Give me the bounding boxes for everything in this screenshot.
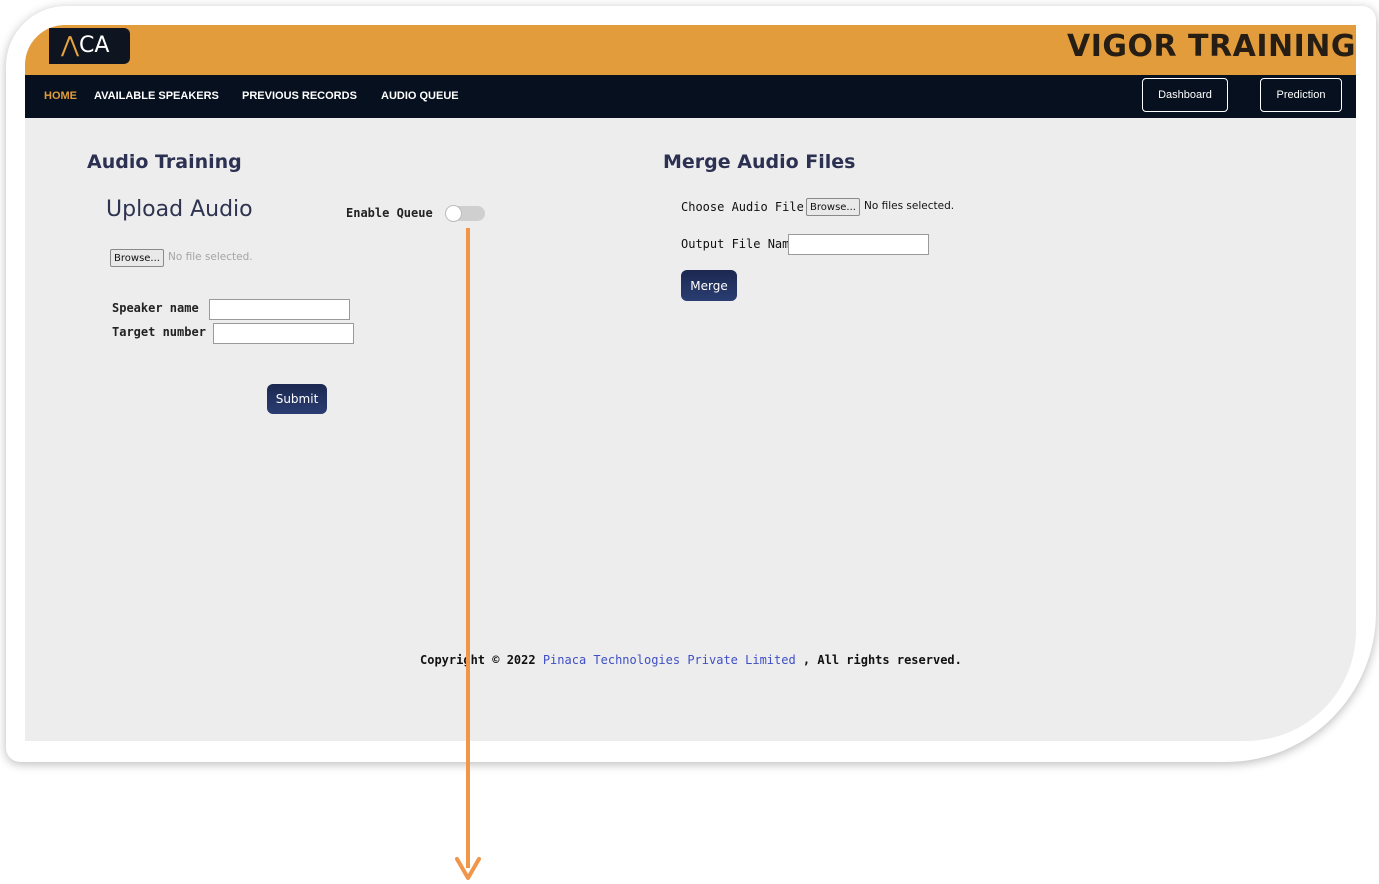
navbar: HOME AVAILABLE SPEAKERS PREVIOUS RECORDS…	[25, 75, 1356, 118]
logo-text: CA	[79, 33, 110, 58]
dashboard-button[interactable]: Dashboard	[1142, 78, 1228, 112]
brand-title: VIGOR TRAINING	[1067, 29, 1356, 64]
speaker-name-input[interactable]	[209, 299, 350, 320]
upload-browse-button[interactable]: Browse...	[110, 249, 164, 267]
browser-frame: ⋀CA VIGOR TRAINING HOME AVAILABLE SPEAKE…	[6, 6, 1376, 762]
pinaca-logo: ⋀CA	[49, 28, 130, 64]
merge-file-status: No files selected.	[864, 200, 955, 212]
submit-button[interactable]: Submit	[267, 384, 327, 414]
annotation-arrow-head-icon	[455, 857, 481, 880]
footer-prefix: Copyright © 2022	[420, 653, 543, 667]
choose-audio-label: Choose Audio File(s)	[681, 200, 826, 214]
upload-file-status: No file selected.	[168, 251, 253, 263]
audio-training-title: Audio Training	[87, 151, 242, 173]
footer-company-link[interactable]: Pinaca Technologies Private Limited	[543, 653, 796, 667]
merge-browse-button[interactable]: Browse...	[806, 198, 860, 216]
output-file-label: Output File Name	[681, 237, 797, 251]
merge-audio-title: Merge Audio Files	[663, 151, 856, 173]
target-number-input[interactable]	[213, 323, 354, 344]
nav-home[interactable]: HOME	[44, 90, 77, 102]
nav-previous-records[interactable]: PREVIOUS RECORDS	[242, 90, 357, 102]
upload-audio-title: Upload Audio	[106, 197, 253, 222]
enable-queue-toggle[interactable]	[445, 205, 485, 222]
footer-copyright: Copyright © 2022 Pinaca Technologies Pri…	[420, 653, 962, 667]
footer-suffix: , All rights reserved.	[795, 653, 962, 667]
nav-audio-queue[interactable]: AUDIO QUEUE	[381, 90, 459, 102]
app-viewport: ⋀CA VIGOR TRAINING HOME AVAILABLE SPEAKE…	[25, 25, 1356, 741]
output-file-input[interactable]	[788, 234, 929, 255]
merge-button[interactable]: Merge	[681, 270, 737, 301]
annotation-arrow-line	[466, 228, 470, 868]
toggle-knob	[445, 205, 462, 222]
nav-available-speakers[interactable]: AVAILABLE SPEAKERS	[94, 90, 219, 102]
logo-mark-icon: ⋀	[61, 33, 80, 58]
target-number-label: Target number	[112, 325, 206, 339]
app-header: ⋀CA VIGOR TRAINING	[25, 25, 1356, 75]
speaker-name-label: Speaker name	[112, 301, 199, 315]
enable-queue-label: Enable Queue	[346, 206, 433, 220]
prediction-button[interactable]: Prediction	[1260, 78, 1342, 112]
